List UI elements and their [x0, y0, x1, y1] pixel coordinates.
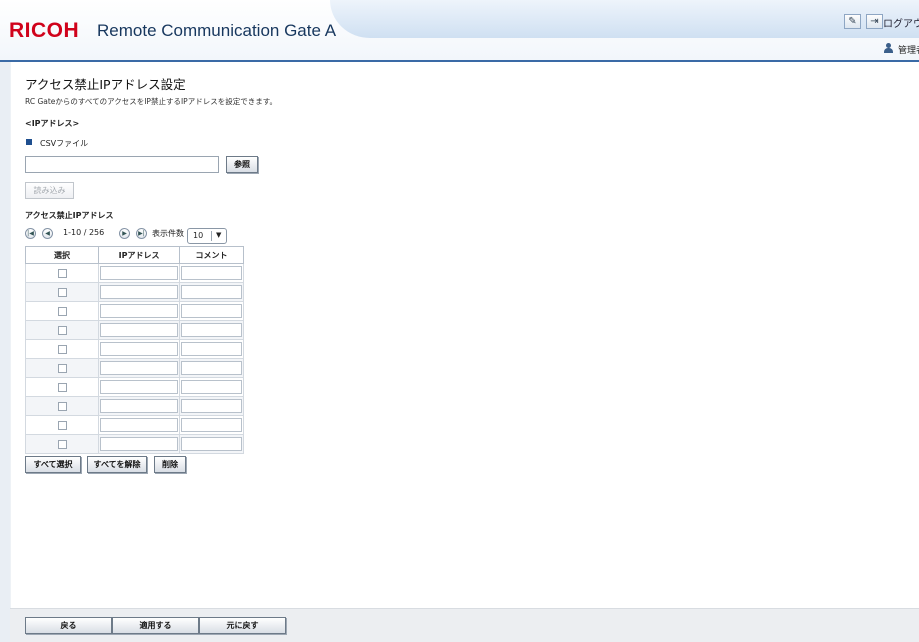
table-row: [25, 339, 244, 359]
per-page-select[interactable]: 10 ▼: [187, 228, 227, 244]
ip-section-title: <IPアドレス>: [25, 119, 80, 128]
select-all-button[interactable]: すべて選択: [25, 456, 81, 473]
comment-input[interactable]: [181, 380, 242, 394]
comment-input[interactable]: [181, 323, 242, 337]
list-title: アクセス禁止IPアドレス: [25, 211, 114, 220]
table-row: [25, 282, 244, 302]
ip-address-input[interactable]: [100, 418, 179, 432]
comment-input[interactable]: [181, 342, 242, 356]
table-row: [25, 434, 244, 454]
ip-address-input[interactable]: [100, 399, 179, 413]
first-page-icon[interactable]: |◀: [25, 228, 36, 239]
ip-address-input[interactable]: [100, 323, 179, 337]
row-checkbox[interactable]: [57, 344, 67, 354]
prev-page-icon[interactable]: ◀: [42, 228, 53, 239]
wrench-icon[interactable]: ✎: [844, 14, 861, 29]
back-button[interactable]: 戻る: [25, 617, 112, 634]
delete-button[interactable]: 削除: [154, 456, 186, 473]
row-checkbox[interactable]: [57, 268, 67, 278]
per-page-label: 表示件数: [152, 229, 184, 238]
product-name: Remote Communication Gate A: [97, 21, 337, 40]
left-edge: [0, 62, 10, 642]
table-row: [25, 320, 244, 340]
browse-button[interactable]: 参照: [226, 156, 258, 173]
ip-address-input[interactable]: [100, 285, 179, 299]
csv-bullet-icon: [26, 139, 32, 145]
row-checkbox[interactable]: [57, 401, 67, 411]
row-checkbox[interactable]: [57, 382, 67, 392]
logout-icon[interactable]: ⇥: [866, 14, 883, 29]
row-checkbox[interactable]: [57, 287, 67, 297]
ip-address-input[interactable]: [100, 304, 179, 318]
per-page-value: 10: [193, 231, 204, 240]
column-header-ip: IPアドレス: [97, 246, 181, 264]
user-name: 管理者: [898, 46, 919, 56]
csv-file-input[interactable]: [25, 156, 219, 173]
page-range: 1-10 / 256: [63, 228, 105, 237]
table-row: [25, 377, 244, 397]
table-row: [25, 263, 244, 283]
ip-address-input[interactable]: [100, 380, 179, 394]
row-checkbox[interactable]: [57, 439, 67, 449]
row-checkbox[interactable]: [57, 325, 67, 335]
deselect-all-button[interactable]: すべてを解除: [87, 456, 147, 473]
apply-button[interactable]: 適用する: [112, 617, 199, 634]
header-band: [330, 0, 919, 38]
user-icon: [883, 43, 893, 54]
ricoh-logo: RICOH: [9, 19, 80, 42]
comment-input[interactable]: [181, 285, 242, 299]
ip-address-input[interactable]: [100, 266, 179, 280]
page-description: RC GateからのすべてのアクセスをIP禁止するIPアドレスを設定できます。: [25, 97, 277, 106]
table-row: [25, 415, 244, 435]
logout-link[interactable]: ログアウ: [883, 15, 919, 30]
ip-address-input[interactable]: [100, 361, 179, 375]
app-header: RICOH Remote Communication Gate A ✎ ⇥ ログ…: [0, 0, 919, 62]
column-header-select: 選択: [25, 246, 99, 264]
next-page-icon[interactable]: ▶: [119, 228, 130, 239]
ip-address-input[interactable]: [100, 437, 179, 451]
comment-input[interactable]: [181, 361, 242, 375]
comment-input[interactable]: [181, 399, 242, 413]
comment-input[interactable]: [181, 266, 242, 280]
chevron-down-icon: ▼: [216, 231, 222, 239]
last-page-icon[interactable]: ▶|: [136, 228, 147, 239]
load-button[interactable]: 読み込み: [25, 182, 74, 199]
ip-table: 選択 IPアドレス コメント: [25, 246, 244, 454]
ip-address-input[interactable]: [100, 342, 179, 356]
row-checkbox[interactable]: [57, 363, 67, 373]
table-row: [25, 358, 244, 378]
csv-label: CSVファイル: [40, 139, 89, 148]
comment-input[interactable]: [181, 304, 242, 318]
comment-input[interactable]: [181, 437, 242, 451]
row-checkbox[interactable]: [57, 420, 67, 430]
revert-button[interactable]: 元に戻す: [199, 617, 286, 634]
column-header-comment: コメント: [179, 246, 244, 264]
table-row: [25, 396, 244, 416]
comment-input[interactable]: [181, 418, 242, 432]
table-row: [25, 301, 244, 321]
row-checkbox[interactable]: [57, 306, 67, 316]
page-title: アクセス禁止IPアドレス設定: [25, 77, 186, 92]
